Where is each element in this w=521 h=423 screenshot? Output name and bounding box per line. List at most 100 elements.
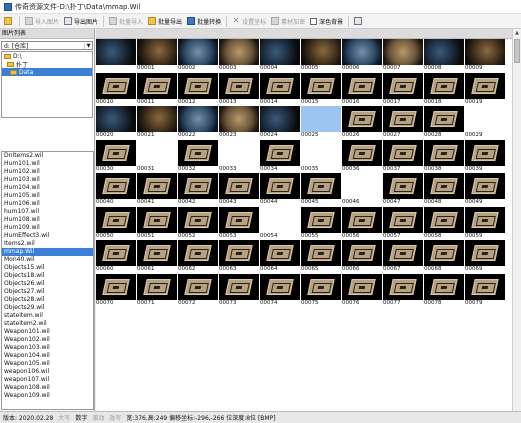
thumbnail-cell[interactable]: 00046 [342,173,382,206]
batch-convert-button[interactable]: 批量转换 [185,15,223,27]
scroll-up-icon[interactable]: ▲ [513,29,521,38]
thumbnail-cell[interactable]: 00060 [96,240,136,273]
thumbnail-cell[interactable]: 00022 [178,106,218,139]
file-list-item[interactable]: DnItems2.wil [2,152,93,160]
file-list-item[interactable]: weapon106.wil [2,368,93,376]
file-list-item[interactable]: weapon107.wil [2,376,93,384]
thumbnail-cell[interactable]: 00005 [301,39,341,72]
file-list-item[interactable]: Objects29.wil [2,304,93,312]
thumbnail-cell[interactable]: 00076 [342,273,382,307]
thumbnail-cell[interactable]: 00041 [137,173,177,206]
thumbnail-cell[interactable]: 00042 [178,173,218,206]
thumbnail-cell[interactable]: 00062 [178,240,218,273]
file-list-item[interactable]: Objects26.wil [2,280,93,288]
thumbnail-cell[interactable]: 00073 [219,273,259,307]
thumbnail-cell[interactable]: 00002 [178,39,218,72]
file-list-item[interactable]: Hum104.wil [2,184,93,192]
file-list-item[interactable]: hum107.wil [2,208,93,216]
thumbnail-cell[interactable]: 00024 [260,106,300,139]
file-list-item[interactable]: Weapon102.wil [2,336,93,344]
thumbnail-cell[interactable]: 00012 [178,72,218,106]
file-list-item[interactable]: Weapon109.wil [2,392,93,400]
thumbnail-cell[interactable]: 00064 [260,240,300,273]
thumbnail-cell[interactable]: 00050 [96,206,136,240]
batch-export-button[interactable]: 批量导出 [146,15,184,27]
thumbnail-cell[interactable]: 00030 [96,139,136,173]
thumbnail-cell[interactable]: 00008 [424,39,464,72]
file-list-item[interactable]: Hum109.wil [2,224,93,232]
file-list-item[interactable]: Weapon105.wil [2,360,93,368]
about-button[interactable] [352,15,366,27]
thumbnail-cell[interactable]: 00056 [342,206,382,240]
file-list-item[interactable]: Objects18.wil [2,272,93,280]
thumbnail-cell[interactable]: 00051 [137,206,177,240]
thumbnail-cell[interactable]: 00049 [465,173,505,206]
thumbnail-cell[interactable]: 00028 [424,106,464,139]
file-list-item[interactable]: mmap.Wil [2,248,93,256]
file-list-item[interactable]: stateitem2.wil [2,320,93,328]
thumbnail-cell[interactable]: 00004 [260,39,300,72]
thumbnail-cell[interactable]: 00035 [301,139,341,173]
thumbnail-cell[interactable]: 00045 [301,173,341,206]
thumbnail-cell[interactable]: 00079 [465,273,505,307]
file-list-item[interactable]: Hum105.wil [2,192,93,200]
thumbnail-cell[interactable]: 00072 [178,273,218,307]
thumbnail-cell[interactable]: 00001 [137,39,177,72]
dark-background-checkbox[interactable] [310,17,318,25]
thumbnail-cell[interactable]: 00078 [424,273,464,307]
thumbnail-cell[interactable]: 00006 [342,39,382,72]
thumbnail-cell[interactable]: 00023 [219,106,259,139]
set-coords-button[interactable]: ✕ 设置坐标 [230,15,268,27]
file-list-item[interactable]: Items2.wil [2,240,93,248]
file-list-item[interactable]: Objects28.wil [2,296,93,304]
thumbnail-cell[interactable]: 00031 [137,139,177,173]
file-list-item[interactable]: Weapon101.wil [2,328,93,336]
file-list-item[interactable]: Weapon104.wil [2,352,93,360]
file-list-item[interactable]: stateitem.wil [2,312,93,320]
file-list-item[interactable]: Mon40.wil [2,256,93,264]
thumbnail-cell[interactable]: 00020 [96,106,136,139]
thumbnail-cell[interactable]: 00003 [219,39,259,72]
open-button[interactable] [2,15,16,27]
thumbnail-cell[interactable]: 00039 [465,139,505,173]
vertical-scrollbar[interactable]: ▲ [512,29,521,411]
thumbnail-cell[interactable]: 00016 [342,72,382,106]
drive-select[interactable]: d: [仓库] ▼ [1,41,93,50]
thumbnail-cell[interactable]: 00048 [424,173,464,206]
file-list-item[interactable]: Hum101.wil [2,160,93,168]
thumbnail-cell[interactable]: 00069 [465,240,505,273]
thumbnail-cell[interactable]: 00043 [219,173,259,206]
thumbnail-cell[interactable]: 00011 [137,72,177,106]
thumbnail-cell[interactable]: 00075 [301,273,341,307]
thumbnail-cell[interactable]: 00029 [465,106,505,139]
scrollbar-thumb[interactable] [514,39,520,63]
thumbnail-cell[interactable]: 00021 [137,106,177,139]
thumbnail-cell[interactable]: 00040 [96,173,136,206]
thumbnail-cell[interactable]: 00032 [178,139,218,173]
thumbnail-cell[interactable]: 00070 [96,273,136,307]
thumbnail-cell[interactable]: 00009 [465,39,505,72]
file-list-item[interactable]: Hum103.wil [2,176,93,184]
thumbnail-cell[interactable]: 00047 [383,173,423,206]
file-list-item[interactable]: Hum106.wil [2,200,93,208]
file-list[interactable]: DnItems2.wil Hum101.wil Hum102.wil Hum103.w… [1,151,94,410]
thumbnail-cell[interactable]: 00058 [424,206,464,240]
thumbnail-cell[interactable]: 00061 [137,240,177,273]
thumbnail-cell[interactable]: 00014 [260,72,300,106]
export-image-button[interactable]: 导出图片 [62,15,100,27]
file-list-item[interactable]: Objects15.wil [2,264,93,272]
thumbnail-cell[interactable]: 00026 [342,106,382,139]
thumbnail-cell[interactable]: 00074 [260,273,300,307]
thumbnail-cell[interactable]: 00067 [383,240,423,273]
folder-item[interactable]: 扑丁 [2,60,92,69]
file-list-item[interactable]: Weapon108.wil [2,384,93,392]
thumbnail-cell[interactable]: 00053 [219,206,259,240]
thumbnail-cell[interactable]: 00055 [301,206,341,240]
thumbnail-cell[interactable]: 00037 [383,139,423,173]
thumbnail-cell[interactable]: 00065 [301,240,341,273]
thumbnail-cell[interactable]: 00063 [219,240,259,273]
thumbnail-cell[interactable]: 00018 [424,72,464,106]
thumbnail-cell[interactable]: 00013 [219,72,259,106]
thumbnail-cell[interactable]: 00044 [260,173,300,206]
thumbnail-cell[interactable]: 00052 [178,206,218,240]
